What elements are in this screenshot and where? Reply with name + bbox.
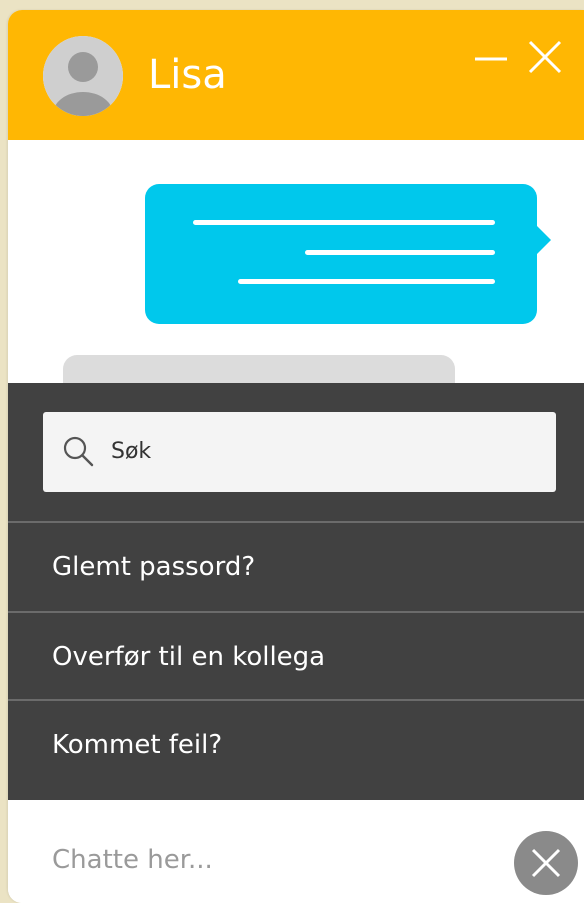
close-menu-button[interactable] [514, 831, 578, 895]
menu-item-transfer-colleague[interactable]: Overfør til en kollega [8, 613, 584, 701]
menu-item-forgot-password[interactable]: Glemt passord? [8, 523, 584, 611]
outgoing-message-bubble [145, 184, 551, 324]
chat-header: Lisa [8, 10, 584, 140]
contact-name: Lisa [148, 52, 227, 98]
message-text-line [193, 220, 495, 225]
chat-window: Lisa Søk Glemt passord? Overfør til en k… [8, 10, 584, 903]
menu-search-field[interactable]: Søk [43, 412, 556, 492]
chat-input[interactable] [52, 840, 492, 880]
minimize-button[interactable] [471, 38, 511, 78]
bubble-tail [537, 226, 551, 254]
message-text-line [305, 250, 495, 255]
menu-item-label: Kommet feil? [52, 730, 223, 760]
search-icon [63, 436, 94, 467]
close-icon [528, 40, 562, 74]
user-avatar-icon [43, 36, 123, 116]
menu-item-wrong-place[interactable]: Kommet feil? [8, 701, 584, 789]
quick-reply-menu: Søk Glemt passord? Overfør til en kolleg… [8, 383, 584, 812]
chat-composer [8, 800, 584, 903]
message-area [8, 140, 584, 415]
close-icon [531, 848, 561, 878]
menu-item-label: Glemt passord? [52, 552, 256, 582]
close-button[interactable] [525, 38, 565, 78]
menu-item-label: Overfør til en kollega [52, 642, 326, 672]
search-input[interactable]: Søk [111, 436, 151, 468]
message-text-line [238, 279, 495, 284]
minimize-icon [475, 57, 507, 61]
